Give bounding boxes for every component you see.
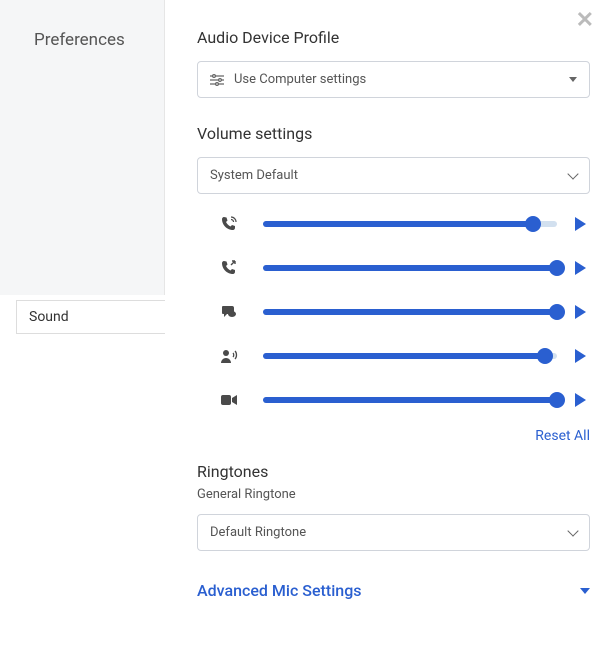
- volume-row-incoming: [213, 202, 586, 246]
- play-button-incoming[interactable]: [575, 217, 586, 231]
- chevron-down-icon: [567, 168, 578, 179]
- volume-slider-person[interactable]: [263, 348, 557, 364]
- volume-slider-chat[interactable]: [263, 304, 557, 320]
- volume-slider-outgoing[interactable]: [263, 260, 557, 276]
- play-button-video[interactable]: [575, 393, 586, 407]
- caret-down-icon: [580, 588, 590, 594]
- ringtones-subtitle: General Ringtone: [197, 487, 590, 502]
- reset-all-link[interactable]: Reset All: [197, 428, 590, 444]
- sidebar: Preferences: [0, 0, 165, 295]
- sliders-icon: [210, 74, 224, 86]
- chevron-down-icon: [567, 525, 578, 536]
- volume-rows: [197, 202, 590, 422]
- phone-outgoing-icon: [213, 260, 245, 276]
- play-button-chat[interactable]: [575, 305, 586, 319]
- sidebar-lower-bg: [0, 295, 165, 671]
- phone-incoming-icon: [213, 216, 245, 232]
- sidebar-item-sound[interactable]: Sound: [16, 300, 165, 334]
- ringtone-value: Default Ringtone: [210, 525, 306, 540]
- video-icon: [213, 394, 245, 406]
- volume-device-value: System Default: [210, 168, 298, 183]
- volume-row-outgoing: [213, 246, 586, 290]
- volume-row-chat: [213, 290, 586, 334]
- chat-icon: [213, 304, 245, 320]
- volume-device-dropdown[interactable]: System Default: [197, 157, 590, 194]
- audio-profile-dropdown[interactable]: Use Computer settings: [197, 61, 590, 98]
- play-button-person[interactable]: [575, 349, 586, 363]
- audio-profile-title: Audio Device Profile: [197, 28, 590, 47]
- caret-down-icon: [569, 77, 577, 82]
- main-panel: Audio Device Profile Use Computer settin…: [165, 0, 606, 671]
- volume-row-person: [213, 334, 586, 378]
- person-speak-icon: [213, 348, 245, 364]
- sidebar-title: Preferences: [0, 30, 164, 50]
- sidebar-item-label: Sound: [29, 309, 69, 325]
- volume-row-video: [213, 378, 586, 422]
- play-button-outgoing[interactable]: [575, 261, 586, 275]
- volume-title: Volume settings: [197, 124, 590, 143]
- volume-slider-incoming[interactable]: [263, 216, 557, 232]
- volume-slider-video[interactable]: [263, 392, 557, 408]
- ringtones-title: Ringtones: [197, 462, 590, 481]
- audio-profile-value: Use Computer settings: [234, 72, 366, 87]
- advanced-mic-toggle[interactable]: Advanced Mic Settings: [197, 581, 590, 600]
- ringtone-dropdown[interactable]: Default Ringtone: [197, 514, 590, 551]
- close-icon[interactable]: ✕: [576, 8, 594, 33]
- advanced-mic-label: Advanced Mic Settings: [197, 581, 362, 600]
